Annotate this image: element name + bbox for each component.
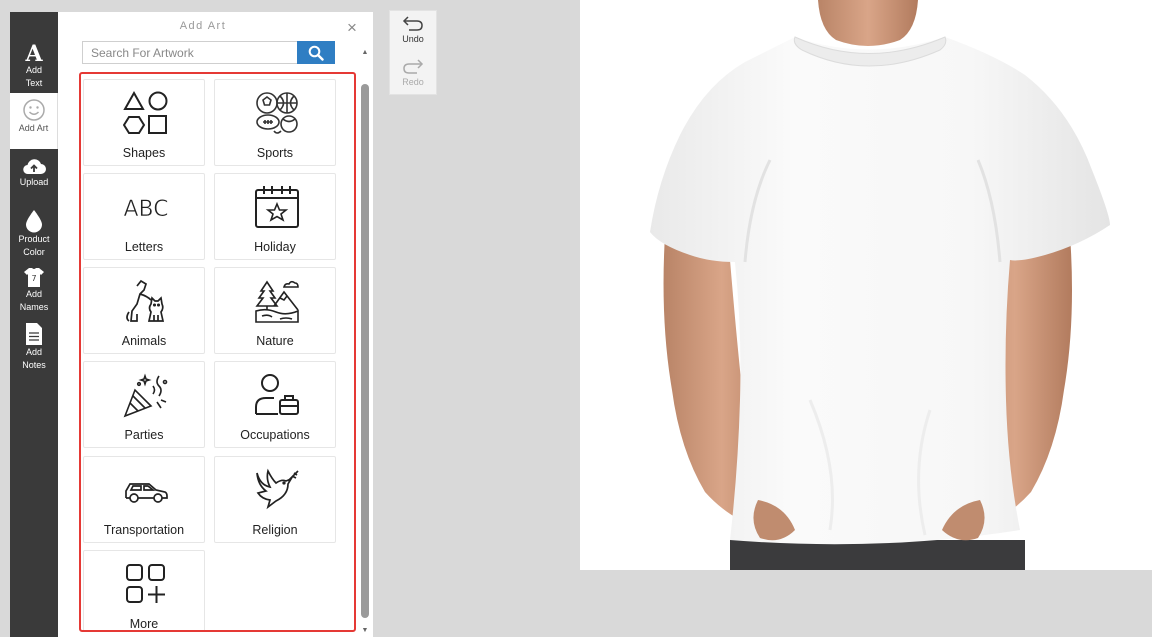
jersey-icon: 7 [24, 268, 44, 287]
add-art-tool[interactable]: Add Art [10, 93, 58, 149]
product-color-label-2: Color [23, 247, 45, 257]
category-label: Nature [256, 334, 294, 348]
category-religion[interactable]: Religion [214, 456, 336, 543]
category-label: Letters [124, 240, 164, 254]
category-transportation[interactable]: Transportation [83, 456, 205, 543]
svg-text:7: 7 [31, 274, 36, 283]
add-notes-tool[interactable]: Add Notes [10, 322, 58, 372]
panel-scrollbar[interactable]: ▲ ▼ [360, 48, 370, 634]
svg-text:A: A [24, 42, 43, 64]
category-letters[interactable]: ABC Letters [83, 173, 205, 260]
dove-icon [256, 468, 299, 510]
category-label: Holiday [254, 240, 296, 254]
abc-icon: ABC [123, 197, 169, 223]
undo-icon [402, 16, 423, 31]
undo-button[interactable]: Undo [390, 14, 436, 44]
category-holiday[interactable]: Holiday [214, 173, 336, 260]
mountain-tree-icon [255, 280, 299, 323]
scroll-down-arrow-icon[interactable]: ▼ [360, 626, 370, 636]
product-color-tool[interactable]: Product Color [10, 209, 58, 259]
search-button[interactable] [297, 41, 335, 64]
category-grid: Shapes Sports ABC Letters Holiday Animal… [79, 72, 356, 632]
shapes-icon [123, 90, 168, 134]
add-notes-label-2: Notes [22, 360, 46, 370]
add-art-panel: Add Art × Shapes [58, 12, 373, 637]
grid-plus-icon [126, 564, 165, 603]
panel-title: Add Art [179, 20, 227, 32]
add-text-tool[interactable]: A Add Text [10, 42, 58, 90]
add-text-label-1: Add [25, 65, 42, 75]
party-popper-icon [123, 373, 168, 418]
category-sports[interactable]: Sports [214, 79, 336, 166]
add-art-label: Add Art [18, 123, 49, 133]
car-icon [125, 483, 168, 503]
category-more[interactable]: More [83, 550, 205, 631]
category-shapes[interactable]: Shapes [83, 79, 205, 166]
category-label: More [129, 617, 159, 631]
history-controls: Undo Redo [389, 10, 437, 95]
smiley-icon [22, 99, 45, 121]
letter-a-icon: A [24, 42, 43, 64]
category-animals[interactable]: Animals [83, 267, 205, 354]
redo-icon [403, 59, 424, 74]
category-label: Religion [252, 523, 298, 537]
cloud-upload-icon [23, 159, 46, 175]
left-toolbar: A Add Text Add Art Upload Product Color … [10, 12, 58, 637]
scroll-up-arrow-icon[interactable]: ▲ [360, 48, 370, 58]
product-color-label-1: Product [18, 234, 50, 244]
calendar-icon [255, 186, 299, 228]
dog-cat-icon [126, 279, 165, 322]
person-briefcase-icon [255, 374, 299, 415]
add-names-label-2: Names [19, 302, 49, 312]
add-text-label-2: Text [25, 78, 43, 88]
category-label: Parties [124, 428, 164, 442]
add-names-tool[interactable]: 7 Add Names [10, 266, 58, 314]
category-nature[interactable]: Nature [214, 267, 336, 354]
svg-text:ABC: ABC [123, 197, 168, 222]
upload-label: Upload [19, 177, 49, 187]
upload-tool[interactable]: Upload [10, 156, 58, 189]
redo-label: Redo [402, 77, 424, 87]
drop-icon [26, 210, 42, 233]
sports-balls-icon [256, 92, 298, 134]
design-canvas[interactable] [580, 0, 1152, 570]
category-label: Shapes [122, 146, 166, 160]
category-label: Sports [256, 146, 294, 160]
scrollbar-thumb[interactable] [361, 84, 369, 618]
search-icon [308, 45, 324, 61]
tshirt-model-image [650, 0, 1110, 570]
add-notes-label-1: Add [25, 347, 42, 357]
category-label: Animals [121, 334, 167, 348]
undo-label: Undo [402, 34, 424, 44]
close-button[interactable]: × [347, 19, 357, 36]
category-parties[interactable]: Parties [83, 361, 205, 448]
document-icon [26, 323, 42, 345]
redo-button[interactable]: Redo [390, 57, 436, 87]
category-label: Occupations [240, 428, 310, 442]
category-occupations[interactable]: Occupations [214, 361, 336, 448]
category-label: Transportation [103, 523, 185, 537]
add-names-label-1: Add [25, 289, 42, 299]
